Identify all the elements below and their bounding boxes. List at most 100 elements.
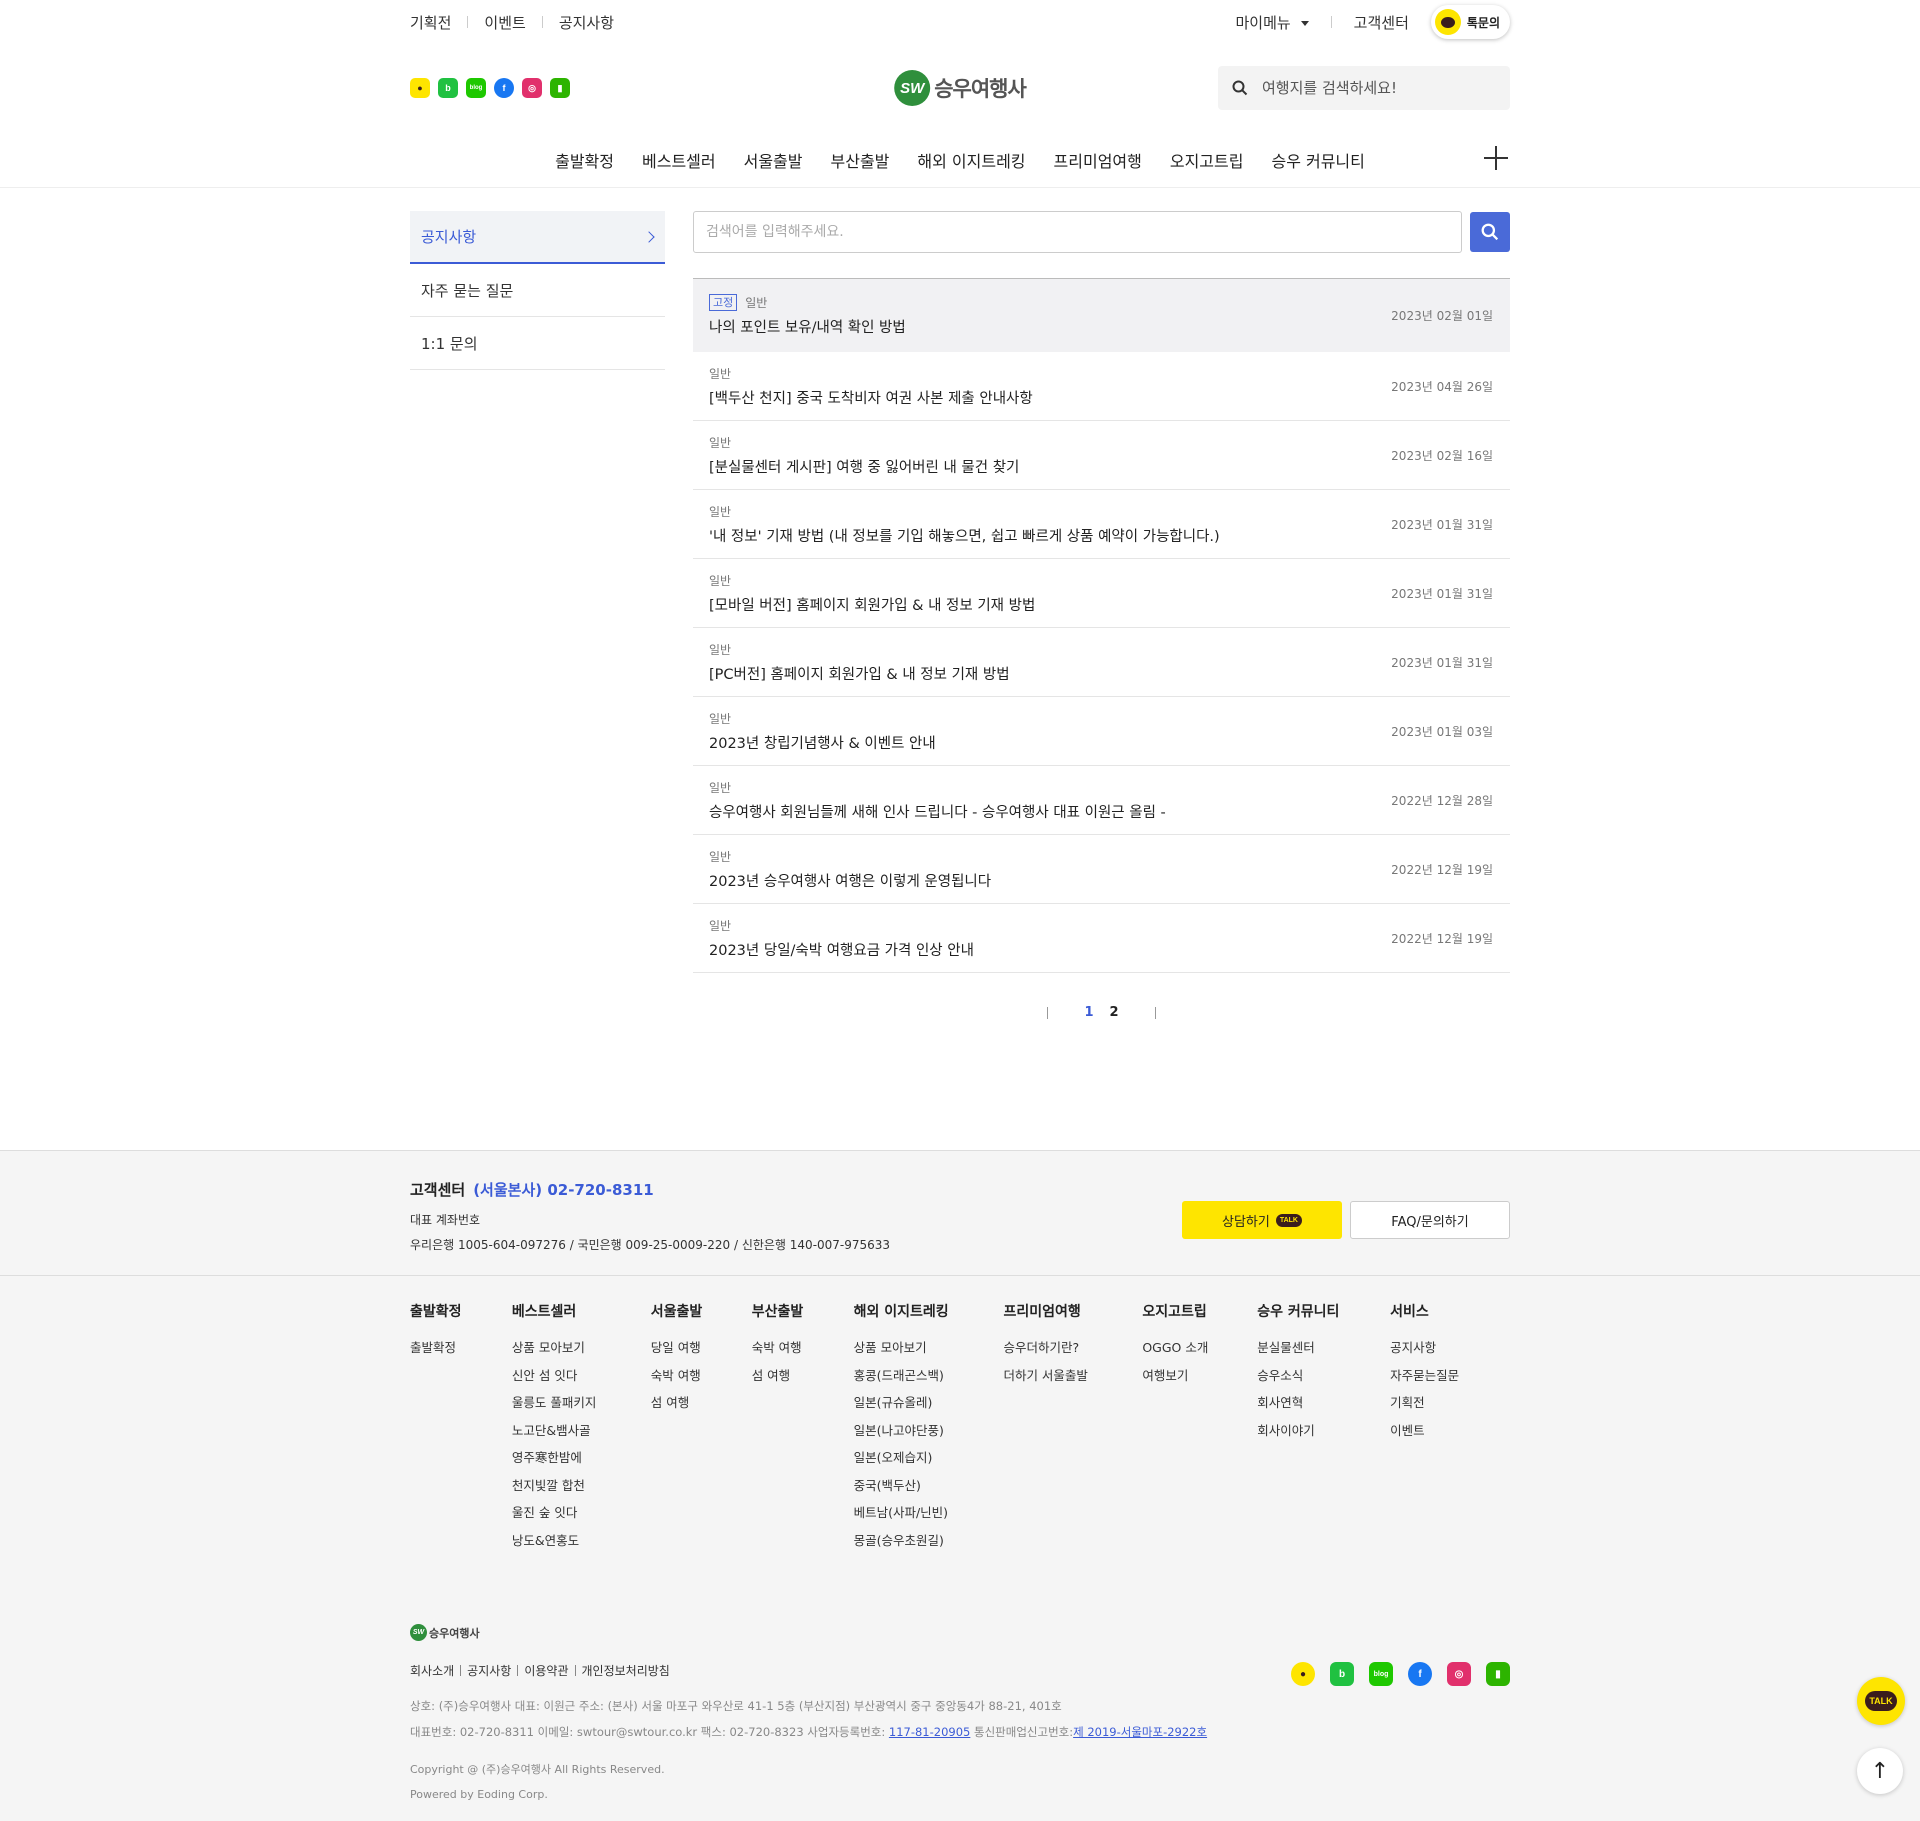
nav-bestseller[interactable]: 베스트셀러 — [642, 148, 716, 172]
notice-title[interactable]: [PC버전] 홈페이지 회원가입 & 내 정보 기재 방법 — [709, 663, 1010, 684]
util-link-notice[interactable]: 공지사항 — [559, 12, 614, 33]
search-icon[interactable] — [1232, 80, 1248, 96]
notice-title[interactable]: 2023년 당일/숙박 여행요금 가격 인상 안내 — [709, 939, 974, 960]
facebook-icon[interactable]: f — [1408, 1662, 1432, 1686]
faq-button[interactable]: FAQ/문의하기 — [1350, 1201, 1510, 1239]
nav-busan[interactable]: 부산출발 — [831, 148, 890, 172]
sitemap-link[interactable]: 일본(나고야단풍) — [854, 1420, 1004, 1448]
sitemap-link[interactable]: 섬 여행 — [651, 1392, 752, 1420]
page-1[interactable]: 1 — [1084, 1005, 1093, 1020]
sitemap-link[interactable]: 울진 숲 잇다 — [512, 1502, 651, 1530]
instagram-icon[interactable]: ◎ — [522, 78, 542, 98]
notice-title[interactable]: [백두산 천지] 중국 도착비자 여권 사본 제출 안내사항 — [709, 387, 1033, 408]
footer-link-terms[interactable]: 이용약관 — [524, 1662, 568, 1679]
sitemap-link[interactable]: 홍콩(드래곤스백) — [854, 1365, 1004, 1393]
page-2[interactable]: 2 — [1110, 1005, 1119, 1020]
notice-title[interactable]: [모바일 버전] 홈페이지 회원가입 & 내 정보 기재 방법 — [709, 594, 1035, 615]
footer-link-notice[interactable]: 공지사항 — [467, 1662, 511, 1679]
top-search-input[interactable] — [1262, 79, 1482, 97]
sitemap-link[interactable]: 노고단&뱀사골 — [512, 1420, 651, 1448]
sitemap-link[interactable]: 승우더하기란? — [1003, 1337, 1142, 1365]
notice-row[interactable]: 일반 '내 정보' 기재 방법 (내 정보를 기입 해놓으면, 쉽고 빠르게 상품… — [693, 490, 1510, 559]
footer-logo[interactable]: SW 승우여행사 — [410, 1620, 1510, 1641]
sitemap-link[interactable]: 일본(오제습지) — [854, 1447, 1004, 1475]
sitemap-heading[interactable]: 프리미엄여행 — [1003, 1301, 1142, 1321]
site-logo[interactable]: SW 승우여행사 — [894, 70, 1027, 106]
nav-oggo[interactable]: 오지고트립 — [1170, 148, 1244, 172]
sitemap-link[interactable]: 회사연혁 — [1257, 1392, 1390, 1420]
notice-row[interactable]: 일반 [모바일 버전] 홈페이지 회원가입 & 내 정보 기재 방법 2023년 0… — [693, 559, 1510, 628]
naver-icon[interactable]: ▮ — [1486, 1662, 1510, 1686]
nav-confirmed[interactable]: 출발확정 — [555, 148, 614, 172]
sitemap-link[interactable]: 중국(백두산) — [854, 1475, 1004, 1503]
board-search-button[interactable] — [1470, 212, 1510, 252]
naver-icon[interactable]: ▮ — [550, 78, 570, 98]
sitemap-link[interactable]: 이벤트 — [1390, 1420, 1510, 1448]
facebook-icon[interactable]: f — [494, 78, 514, 98]
sitemap-link[interactable]: 상품 모아보기 — [512, 1337, 651, 1365]
notice-row[interactable]: 일반 2023년 승우여행사 여행은 이렇게 운영됩니다 2022년 12월 19일 — [693, 835, 1510, 904]
kakaotalk-icon[interactable]: ● — [1291, 1662, 1315, 1686]
notice-title[interactable]: 2023년 창립기념행사 & 이벤트 안내 — [709, 732, 936, 753]
nav-premium[interactable]: 프리미엄여행 — [1054, 148, 1142, 172]
notice-row[interactable]: 일반 [PC버전] 홈페이지 회원가입 & 내 정보 기재 방법 2023년 01월… — [693, 628, 1510, 697]
consult-button[interactable]: 상담하기 TALK — [1182, 1201, 1342, 1239]
notice-row[interactable]: 일반 [백두산 천지] 중국 도착비자 여권 사본 제출 안내사항 2023년 04… — [693, 352, 1510, 421]
footer-cs-phone[interactable]: (서울본사) 02-720-8311 — [473, 1181, 654, 1199]
sitemap-link[interactable]: 승우소식 — [1257, 1365, 1390, 1393]
sitemap-link[interactable]: 공지사항 — [1390, 1337, 1510, 1365]
nav-community[interactable]: 승우 커뮤니티 — [1271, 148, 1364, 172]
notice-title[interactable]: [분실물센터 게시판] 여행 중 잃어버린 내 물건 찾기 — [709, 456, 1019, 477]
sitemap-heading[interactable]: 해외 이지트레킹 — [854, 1301, 1004, 1321]
notice-title[interactable]: 나의 포인트 보유/내역 확인 방법 — [709, 316, 906, 337]
notice-row[interactable]: 일반 [분실물센터 게시판] 여행 중 잃어버린 내 물건 찾기 2023년 02월… — [693, 421, 1510, 490]
util-link-event[interactable]: 이벤트 — [484, 12, 525, 33]
sitemap-heading[interactable]: 부산출발 — [752, 1301, 854, 1321]
sitemap-link[interactable]: 숙박 여행 — [752, 1337, 854, 1365]
kakaotalk-icon[interactable]: ● — [410, 78, 430, 98]
mail-order-link[interactable]: 제 2019-서울마포-2922호 — [1073, 1725, 1207, 1739]
sitemap-link[interactable]: 더하기 서울출발 — [1003, 1365, 1142, 1393]
notice-title[interactable]: 승우여행사 회원님들께 새해 인사 드립니다 - 승우여행사 대표 이원근 올림… — [709, 801, 1166, 822]
sitemap-link[interactable]: 상품 모아보기 — [854, 1337, 1004, 1365]
sitemap-link[interactable]: OGGO 소개 — [1142, 1337, 1257, 1365]
sitemap-link[interactable]: 출발확정 — [410, 1337, 512, 1365]
sitemap-link[interactable]: 회사이야기 — [1257, 1420, 1390, 1448]
sitemap-heading[interactable]: 베스트셀러 — [512, 1301, 651, 1321]
nav-overseas-trekking[interactable]: 해외 이지트레킹 — [917, 148, 1025, 172]
sitemap-link[interactable]: 신안 섬 잇다 — [512, 1365, 651, 1393]
sitemap-link[interactable]: 일본(규슈올레) — [854, 1392, 1004, 1420]
sitemap-link[interactable]: 낭도&연홍도 — [512, 1530, 651, 1558]
scroll-top-button[interactable]: ↑ — [1857, 1748, 1903, 1794]
talk-inquiry-button[interactable]: 톡문의 — [1430, 5, 1510, 39]
band-icon[interactable]: b — [1330, 1662, 1354, 1686]
sitemap-link[interactable]: 분실물센터 — [1257, 1337, 1390, 1365]
sitemap-link[interactable]: 숙박 여행 — [651, 1365, 752, 1393]
notice-row-pinned[interactable]: 고정 일반 나의 포인트 보유/내역 확인 방법 2023년 02월 01일 — [693, 279, 1510, 352]
sitemap-heading[interactable]: 서비스 — [1390, 1301, 1510, 1321]
blog-icon[interactable]: blog — [1369, 1662, 1393, 1686]
sitemap-link[interactable]: 천지빛깔 합천 — [512, 1475, 651, 1503]
footer-link-privacy[interactable]: 개인정보처리방침 — [582, 1662, 670, 1679]
sitemap-link[interactable]: 여행보기 — [1142, 1365, 1257, 1393]
notice-title[interactable]: 2023년 승우여행사 여행은 이렇게 운영됩니다 — [709, 870, 991, 891]
sitemap-link[interactable]: 몽골(승우초원길) — [854, 1530, 1004, 1558]
sitemap-link[interactable]: 자주묻는질문 — [1390, 1365, 1510, 1393]
nav-seoul[interactable]: 서울출발 — [744, 148, 803, 172]
sitemap-link[interactable]: 울릉도 풀패키지 — [512, 1392, 651, 1420]
sitemap-link[interactable]: 영주寒한밤에 — [512, 1447, 651, 1475]
sitemap-heading[interactable]: 출발확정 — [410, 1301, 512, 1321]
blog-icon[interactable]: blog — [466, 78, 486, 98]
notice-row[interactable]: 일반 2023년 당일/숙박 여행요금 가격 인상 안내 2022년 12월 19일 — [693, 904, 1510, 973]
floating-talk-button[interactable]: TALK — [1857, 1677, 1905, 1725]
footer-link-about[interactable]: 회사소개 — [410, 1662, 454, 1679]
customer-center-link[interactable]: 고객센터 — [1354, 12, 1409, 33]
sitemap-link[interactable]: 당일 여행 — [651, 1337, 752, 1365]
side-nav-faq[interactable]: 자주 묻는 질문 — [410, 264, 665, 317]
band-icon[interactable]: b — [438, 78, 458, 98]
instagram-icon[interactable]: ◎ — [1447, 1662, 1471, 1686]
util-link-exhibition[interactable]: 기획전 — [410, 12, 451, 33]
notice-title[interactable]: '내 정보' 기재 방법 (내 정보를 기입 해놓으면, 쉽고 빠르게 상품 예… — [709, 525, 1220, 546]
sitemap-heading[interactable]: 승우 커뮤니티 — [1257, 1301, 1390, 1321]
side-nav-inquiry[interactable]: 1:1 문의 — [410, 317, 665, 370]
